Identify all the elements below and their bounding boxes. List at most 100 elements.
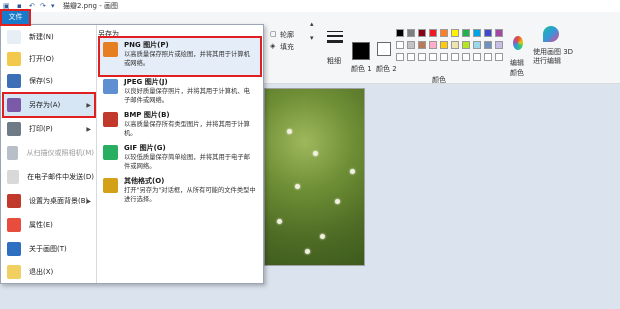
menu-item-new-file[interactable]: 新建(N) [4, 26, 94, 48]
jpeg-image-icon [103, 79, 118, 94]
edit-colors-button[interactable]: 编辑颜色 [510, 58, 530, 78]
redo-icon[interactable]: ↷ [40, 2, 46, 10]
save-as-icon [7, 98, 21, 112]
save-as-option-description: 以良好质量保存照片，并将其用于计算机、电子邮件或网络。 [124, 88, 250, 104]
palette-swatch[interactable] [396, 41, 404, 49]
quick-access-dropdown-icon[interactable]: ▾ [51, 2, 55, 10]
open-folder-icon [7, 52, 21, 66]
palette-swatch[interactable] [462, 29, 470, 37]
palette-swatch[interactable] [418, 29, 426, 37]
color1-label[interactable]: 颜色 1 [351, 64, 372, 74]
save-as-submenu: 另存为 PNG 图片(P) 以高质量保存照片或绘图，并将其用于计算机或网络。 JPE… [98, 25, 263, 283]
thickness-line-icon [327, 31, 343, 32]
menu-item-desktop-background[interactable]: 设置为桌面背景(B) ▶ [4, 190, 94, 212]
submenu-arrow-icon: ▶ [86, 125, 91, 133]
info-icon [7, 242, 21, 256]
outline-icon[interactable]: ▢ [270, 30, 277, 38]
palette-swatch[interactable] [440, 53, 448, 61]
shapes-scroll-icon[interactable]: ▴ [310, 20, 314, 28]
palette-swatch[interactable] [440, 41, 448, 49]
save-as-option-other-formats[interactable]: 其他格式(O) 打开"另存为"对话框，从所有可能的文件类型中进行选择。 [100, 174, 260, 211]
palette-swatch[interactable] [484, 41, 492, 49]
menu-item-label: 设置为桌面背景(B) [29, 197, 89, 205]
paint3d-button[interactable]: 使用画图 3D 进行编辑 [533, 48, 575, 66]
fill-icon[interactable]: ◈ [270, 42, 275, 50]
menu-item-save-as[interactable]: 另存为(A) ▶ [2, 92, 96, 118]
palette-swatch[interactable] [495, 41, 503, 49]
color1-swatch[interactable] [352, 42, 370, 60]
save-icon[interactable]: ▪ [17, 2, 22, 10]
save-as-option-gif[interactable]: GIF 图片(G) 以较低质量保存简单绘图，并将其用于电子邮件或网络。 [100, 141, 260, 178]
menu-item-label: 属性(E) [29, 221, 53, 229]
palette-swatch[interactable] [418, 41, 426, 49]
printer-icon [7, 122, 21, 136]
outline-dropdown[interactable]: 轮廓 [280, 30, 294, 40]
checkmark-icon [7, 218, 21, 232]
paint-app-icon: ▣ [3, 2, 10, 10]
submenu-arrow-icon: ▶ [86, 197, 91, 205]
fill-dropdown[interactable]: 填充 [280, 42, 294, 52]
palette-swatch[interactable] [473, 41, 481, 49]
palette-swatch[interactable] [495, 29, 503, 37]
menu-item-exit[interactable]: 退出(X) [4, 261, 94, 283]
menu-item-save-disk[interactable]: 保存(S) [4, 70, 94, 92]
thickness-line-icon [327, 40, 343, 43]
color2-label[interactable]: 颜色 2 [376, 64, 397, 74]
palette-swatch[interactable] [484, 53, 492, 61]
palette-swatch[interactable] [473, 53, 481, 61]
color2-swatch[interactable] [377, 42, 391, 56]
palette-swatch[interactable] [473, 29, 481, 37]
palette-swatch[interactable] [407, 53, 415, 61]
menu-item-checkmark[interactable]: 属性(E) [4, 214, 94, 236]
menu-item-label: 打开(O) [29, 55, 54, 63]
palette-swatch[interactable] [440, 29, 448, 37]
palette-swatch[interactable] [451, 53, 459, 61]
palette-swatch[interactable] [407, 29, 415, 37]
save-as-option-title: 其他格式(O) [124, 177, 165, 185]
undo-icon[interactable]: ↶ [29, 2, 35, 10]
color-palette [396, 29, 511, 65]
menu-item-label: 关于画图(T) [29, 245, 67, 253]
menu-item-label: 打印(P) [29, 125, 53, 133]
paint3d-icon[interactable] [543, 26, 559, 42]
palette-swatch[interactable] [462, 41, 470, 49]
save-as-option-description: 以较低质量保存简单绘图，并将其用于电子邮件或网络。 [124, 154, 250, 170]
desktop-background-icon [7, 194, 21, 208]
canvas-image[interactable] [264, 88, 365, 266]
palette-swatch[interactable] [462, 53, 470, 61]
palette-swatch[interactable] [429, 41, 437, 49]
menu-item-label: 新建(N) [29, 33, 54, 41]
save-as-option-title: JPEG 图片(J) [124, 78, 168, 86]
thickness-line-icon [327, 35, 343, 37]
new-file-icon [7, 30, 21, 44]
thickness-button[interactable]: 粗细 [327, 56, 341, 66]
palette-swatch[interactable] [495, 53, 503, 61]
palette-swatch[interactable] [484, 29, 492, 37]
file-tab[interactable]: 文件 [0, 9, 31, 26]
palette-swatch[interactable] [451, 41, 459, 49]
palette-swatch[interactable] [418, 53, 426, 61]
menu-item-info[interactable]: 关于画图(T) [4, 238, 94, 260]
menu-item-email[interactable]: 在电子邮件中发送(D) [4, 166, 94, 188]
menu-item-scanner: 从扫描仪或照相机(M) [4, 142, 94, 164]
save-as-option-description: 以高质量保存所有类型图片，并将其用于计算机。 [124, 121, 250, 137]
palette-swatch[interactable] [407, 41, 415, 49]
palette-swatch[interactable] [429, 53, 437, 61]
shapes-more-icon[interactable]: ▾ [310, 34, 314, 42]
menu-item-label: 另存为(A) [29, 101, 61, 109]
save-as-option-jpeg[interactable]: JPEG 图片(J) 以良好质量保存照片，并将其用于计算机、电子邮件或网络。 [100, 75, 260, 112]
file-menu: 新建(N) 打开(O) 保存(S) 另存为(A) ▶ 打印(P) ▶ 从扫描仪或照相机(M) 在… [0, 24, 264, 284]
menu-item-printer[interactable]: 打印(P) ▶ [4, 118, 94, 140]
save-as-option-png[interactable]: PNG 图片(P) 以高质量保存照片或绘图，并将其用于计算机或网络。 [98, 36, 262, 77]
palette-swatch[interactable] [396, 29, 404, 37]
palette-swatch[interactable] [396, 53, 404, 61]
palette-swatch[interactable] [451, 29, 459, 37]
menu-item-open-folder[interactable]: 打开(O) [4, 48, 94, 70]
save-as-option-title: BMP 图片(B) [124, 111, 170, 119]
palette-swatch[interactable] [429, 29, 437, 37]
menu-item-label: 退出(X) [29, 268, 54, 276]
save-as-option-bmp[interactable]: BMP 图片(B) 以高质量保存所有类型图片，并将其用于计算机。 [100, 108, 260, 145]
edit-colors-icon[interactable] [513, 36, 523, 50]
bmp-image-icon [103, 112, 118, 127]
window-title: 猫瓣2.png - 画图 [63, 2, 118, 10]
